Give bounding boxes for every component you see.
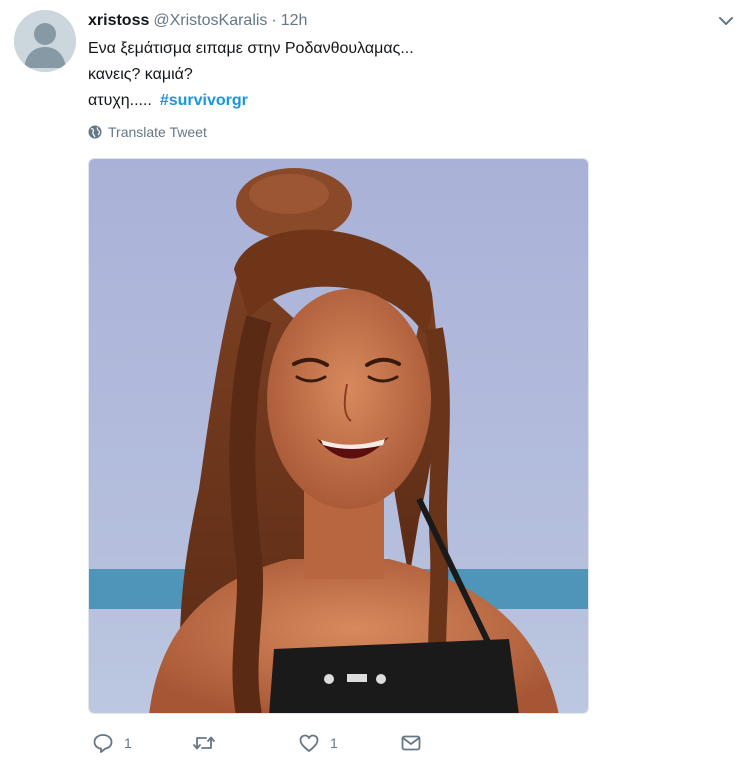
translate-label: Translate Tweet bbox=[108, 124, 207, 140]
reply-button[interactable]: 1 bbox=[92, 732, 132, 754]
tweet-text: Ενα ξεμάτισμα ειπαμε στην Ροδανθουλαμας.… bbox=[88, 36, 414, 114]
author-username[interactable]: @XristosKaralis bbox=[153, 12, 267, 29]
heart-icon bbox=[299, 734, 319, 752]
reply-icon bbox=[93, 734, 113, 753]
hashtag-link[interactable]: #survivorgr bbox=[160, 92, 248, 109]
tweet: xristoss @XristosKaralis · 12h Ενα ξεμάτισμ… bbox=[0, 0, 749, 768]
tweet-actions: 1 1 bbox=[88, 732, 508, 758]
author-fullname[interactable]: xristoss bbox=[88, 12, 149, 29]
reply-count: 1 bbox=[124, 735, 132, 751]
separator-dot: · bbox=[271, 12, 277, 29]
default-avatar-icon bbox=[14, 10, 76, 72]
tweet-timestamp[interactable]: 12h bbox=[281, 12, 308, 29]
like-count: 1 bbox=[330, 735, 338, 751]
like-button[interactable]: 1 bbox=[298, 732, 338, 754]
avatar[interactable] bbox=[14, 10, 76, 72]
chevron-down-icon[interactable] bbox=[717, 12, 735, 30]
tweet-photo[interactable] bbox=[88, 158, 589, 714]
tweet-text-line-3: ατυχη..... #survivorgr bbox=[88, 88, 414, 114]
tweet-header: xristoss @XristosKaralis · 12h bbox=[88, 10, 307, 32]
photo-woman-beach bbox=[89, 159, 588, 713]
tweet-text-line-1: Ενα ξεμάτισμα ειπαμε στην Ροδανθουλαμας.… bbox=[88, 40, 414, 57]
tweet-text-line-2: κανεις? καμιά? bbox=[88, 66, 193, 83]
message-icon bbox=[401, 735, 421, 751]
retweet-icon bbox=[193, 736, 215, 750]
tweet-text-line-3-text: ατυχη..... bbox=[88, 92, 152, 109]
translate-tweet-link[interactable]: Translate Tweet bbox=[88, 124, 207, 140]
direct-message-button[interactable] bbox=[400, 732, 422, 754]
retweet-button[interactable] bbox=[192, 732, 226, 754]
globe-icon bbox=[88, 125, 102, 139]
